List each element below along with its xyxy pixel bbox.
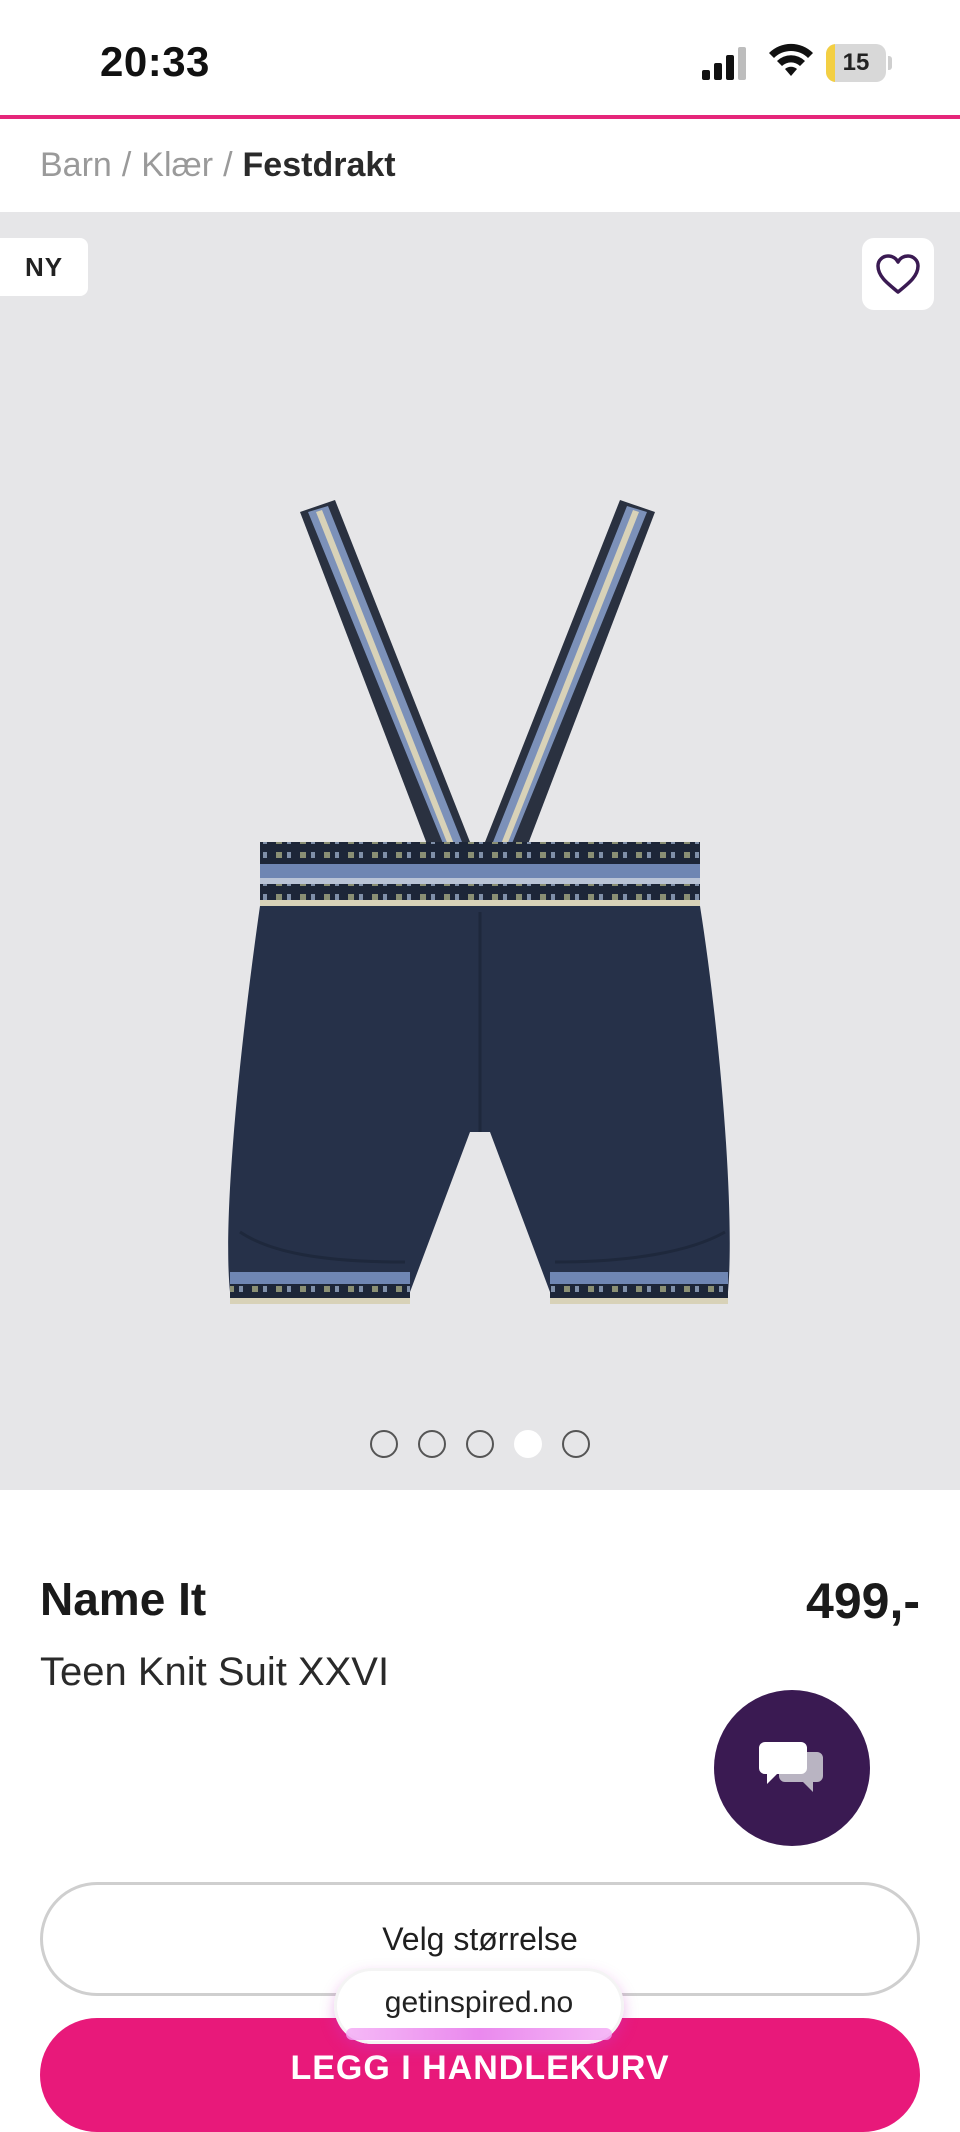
- new-badge: NY: [0, 238, 88, 296]
- cellular-signal-icon: [702, 47, 746, 80]
- chat-bubbles-icon: [759, 1742, 823, 1792]
- chat-button[interactable]: [714, 1690, 870, 1846]
- battery-level: 15: [842, 49, 870, 76]
- pagination-dot[interactable]: [562, 1430, 590, 1458]
- header-accent-line: [0, 115, 960, 119]
- pagination-dot[interactable]: [370, 1430, 398, 1458]
- pagination-dot[interactable]: [514, 1430, 542, 1458]
- heart-outline-icon: [876, 254, 920, 294]
- pagination-dot[interactable]: [466, 1430, 494, 1458]
- breadcrumb-separator: /: [121, 146, 132, 184]
- pagination-dot[interactable]: [418, 1430, 446, 1458]
- battery-indicator: 15: [826, 44, 892, 82]
- status-time: 20:33: [100, 38, 210, 85]
- breadcrumb-item-barn[interactable]: Barn: [40, 146, 112, 185]
- browser-url-bar[interactable]: getinspired.no: [334, 1968, 624, 2044]
- status-bar: 20:33 15: [0, 0, 960, 116]
- breadcrumb: Barn / Klær / Festdrakt: [40, 146, 396, 185]
- browser-url-text: getinspired.no: [384, 1986, 574, 2019]
- image-pagination: [0, 1430, 960, 1462]
- breadcrumb-current: Festdrakt: [242, 146, 396, 184]
- breadcrumb-separator: /: [223, 146, 233, 184]
- favorite-button[interactable]: [862, 238, 934, 310]
- wifi-icon: [769, 43, 813, 76]
- product-image-gallery[interactable]: NY: [0, 212, 960, 1490]
- product-brand: Name It: [40, 1573, 207, 1625]
- breadcrumb-item-klaer[interactable]: Klær: [141, 146, 213, 185]
- product-image: [228, 500, 730, 1304]
- product-price: 499,-: [806, 1573, 920, 1629]
- product-name: Teen Knit Suit XXVI: [40, 1650, 390, 1694]
